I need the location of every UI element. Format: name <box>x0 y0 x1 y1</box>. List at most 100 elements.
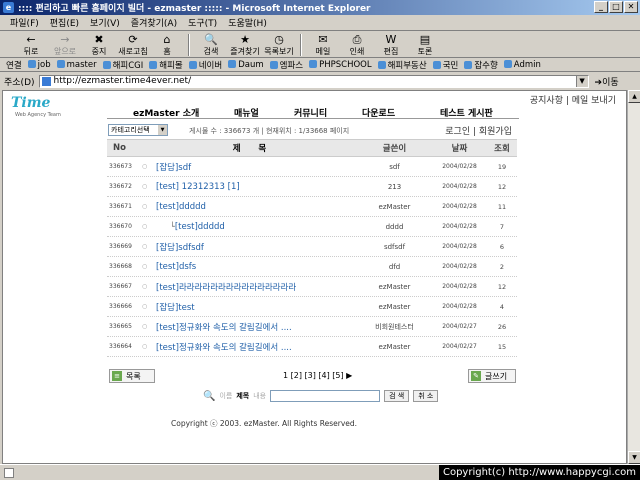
search-opt-name[interactable]: 이름 <box>219 391 232 401</box>
menu-item[interactable]: 편집(E) <box>50 16 79 29</box>
links-item[interactable]: 해피부동산 <box>377 59 427 71</box>
toolbar-button[interactable]: ⎙ 인쇄 <box>340 33 374 57</box>
toolbar-button[interactable]: → 앞으로 <box>48 33 82 57</box>
links-item[interactable]: 해피몰 <box>149 59 183 71</box>
links-item[interactable]: Daum <box>228 59 264 70</box>
row-author[interactable]: sdf <box>357 163 432 171</box>
post-title-link[interactable]: [test]정규화와 속도의 갈림길에서 .... <box>156 341 292 353</box>
toolbar-button[interactable]: ◷ 목록보기 <box>262 33 296 57</box>
post-title-link[interactable]: [잡담]sdf <box>156 161 191 173</box>
links-item[interactable]: Admin <box>503 59 541 70</box>
category-select[interactable]: 카테고리선택 ▼ <box>108 124 168 136</box>
row-author[interactable]: ezMaster <box>357 283 432 291</box>
toolbar-button[interactable]: ▤ 토론 <box>408 33 442 57</box>
list-button[interactable]: ≡ 목록 <box>109 369 155 383</box>
toolbar-button-label: 홈 <box>163 46 171 56</box>
toolbar-button-label: 즐겨찾기 <box>230 46 260 56</box>
scroll-up-icon[interactable]: ▲ <box>628 90 640 103</box>
links-item[interactable]: job <box>27 59 51 70</box>
menu-item[interactable]: 보기(V) <box>90 16 120 29</box>
link-page-icon <box>503 59 512 68</box>
bullet-icon: ○ <box>142 243 148 250</box>
toolbar-button-label: 메일 <box>315 46 331 56</box>
links-item[interactable]: 엠파스 <box>269 59 303 71</box>
post-title-link[interactable]: [test]ddddd <box>175 222 225 232</box>
post-title-link[interactable]: [test]ddddd <box>156 202 206 212</box>
bullet-icon: ○ <box>142 163 148 170</box>
top-links[interactable]: 공지사항 | 메일 보내기 <box>530 93 616 106</box>
row-hits: 15 <box>497 342 507 351</box>
link-page-icon <box>149 60 158 69</box>
search-opt-subject[interactable]: 제목 <box>236 391 249 401</box>
address-dropdown-icon[interactable]: ▼ <box>575 75 588 87</box>
edit-icon: W <box>385 32 397 46</box>
ie-logo-icon: e <box>3 2 14 13</box>
post-title-link[interactable]: [test] 12312313 [1] <box>156 182 240 192</box>
menu-item[interactable]: 즐겨찾기(A) <box>131 16 177 29</box>
toolbar-button[interactable]: ✉ 메일 <box>306 33 340 57</box>
post-title-link[interactable]: [test]라라라라라라라라라라라라라라라 <box>156 281 296 293</box>
close-button[interactable]: ✕ <box>624 1 638 13</box>
go-button[interactable]: ➔이동 <box>595 75 619 88</box>
links-item[interactable]: master <box>56 59 97 70</box>
post-title-link[interactable]: [잡담]test <box>156 301 195 313</box>
post-title-link[interactable]: [잡담]sdfsdf <box>156 241 204 253</box>
search-button[interactable]: 검 색 <box>384 390 410 402</box>
site-logo[interactable]: Time <box>11 95 50 111</box>
links-item[interactable]: 해피CGI <box>102 59 143 71</box>
search-input[interactable] <box>270 390 381 402</box>
post-title-link[interactable]: [test]정규화와 속도의 갈림길에서 .... <box>156 321 292 333</box>
table-row: 336669 ○ [잡담]sdfsdf sdfsdf 2004/02/28 6 <box>107 237 517 257</box>
row-no: 336667 <box>109 283 132 290</box>
back-arrow-icon: ← <box>26 32 36 46</box>
row-date: 2004/02/28 <box>442 303 477 310</box>
toolbar-button[interactable]: ✖ 중지 <box>82 33 116 57</box>
window-title: :::: 편리하고 빠른 홈페이지 빌더 - ezmaster ::::: - … <box>18 4 371 14</box>
toolbar-button[interactable]: ⟳ 새로고침 <box>116 33 150 57</box>
login-links[interactable]: 로그인 | 회원가입 <box>445 124 512 137</box>
minimize-button[interactable]: _ <box>594 1 608 13</box>
toolbar-button-label: 새로고침 <box>118 46 148 56</box>
row-date: 2004/02/27 <box>442 343 477 350</box>
links-item[interactable]: PHPSCHOOL <box>309 59 372 70</box>
toolbar-button[interactable]: ⌂ 홈 <box>150 33 184 57</box>
vertical-scrollbar[interactable]: ▲ ▼ <box>627 90 640 464</box>
table-row: 336664 ○ [test]정규화와 속도의 갈림길에서 .... ezMaster… <box>107 337 517 357</box>
col-date: 날짜 <box>451 144 468 154</box>
row-author[interactable]: dddd <box>357 223 432 231</box>
row-author[interactable]: ezMaster <box>357 203 432 211</box>
table-row: 336665 ○ [test]정규화와 속도의 갈림길에서 .... 비회원테스터 20… <box>107 317 517 337</box>
link-page-icon <box>56 59 65 68</box>
links-item[interactable]: 네이버 <box>188 59 222 71</box>
menu-item[interactable]: 파일(F) <box>10 16 39 29</box>
row-author[interactable]: ezMaster <box>357 343 432 351</box>
toolbar-button[interactable]: W 편집 <box>374 33 408 57</box>
address-input[interactable]: http://ezmaster.time4ever.net/ ▼ <box>38 74 589 88</box>
search-opt-content[interactable]: 내용 <box>253 391 266 401</box>
toolbar-button[interactable]: ★ 즐겨찾기 <box>228 33 262 57</box>
links-item[interactable]: 국민 <box>432 59 458 71</box>
toolbar-button[interactable]: ← 뒤로 <box>14 33 48 57</box>
col-hits: 조회 <box>494 144 510 154</box>
pagination[interactable]: 1 [2] [3] [4] [5] ▶ <box>283 371 352 380</box>
board-table: No 제 목 글쓴이 날짜 조회 336673 ○ [잡담]sdf sdf 2004/0… <box>107 139 517 357</box>
toolbar-button[interactable]: 🔍 검색 <box>194 33 228 57</box>
row-author[interactable]: ezMaster <box>357 303 432 311</box>
row-date: 2004/02/28 <box>442 283 477 290</box>
cancel-button[interactable]: 취 소 <box>413 390 439 402</box>
row-author[interactable]: 213 <box>357 183 432 191</box>
row-author[interactable]: sdfsdf <box>357 243 432 251</box>
site-logo-subtitle: Web Agency Team <box>15 112 61 118</box>
address-bar: 주소(D) http://ezmaster.time4ever.net/ ▼ ➔… <box>0 73 640 89</box>
row-author[interactable]: 비회원테스터 <box>357 322 432 332</box>
maximize-button[interactable]: □ <box>609 1 623 13</box>
write-button[interactable]: ✎ 글쓰기 <box>468 369 516 383</box>
post-title-link[interactable]: [test]dsfs <box>156 262 196 272</box>
row-date: 2004/02/28 <box>442 263 477 270</box>
scroll-down-icon[interactable]: ▼ <box>628 451 640 464</box>
row-author[interactable]: dfd <box>357 263 432 271</box>
menu-item[interactable]: 도구(T) <box>188 16 217 29</box>
links-item[interactable]: 잡수향 <box>464 59 498 71</box>
menu-item[interactable]: 도움말(H) <box>228 16 267 29</box>
footer-copyright: Copyright ⓒ 2003. ezMaster. All Rights R… <box>171 419 358 428</box>
